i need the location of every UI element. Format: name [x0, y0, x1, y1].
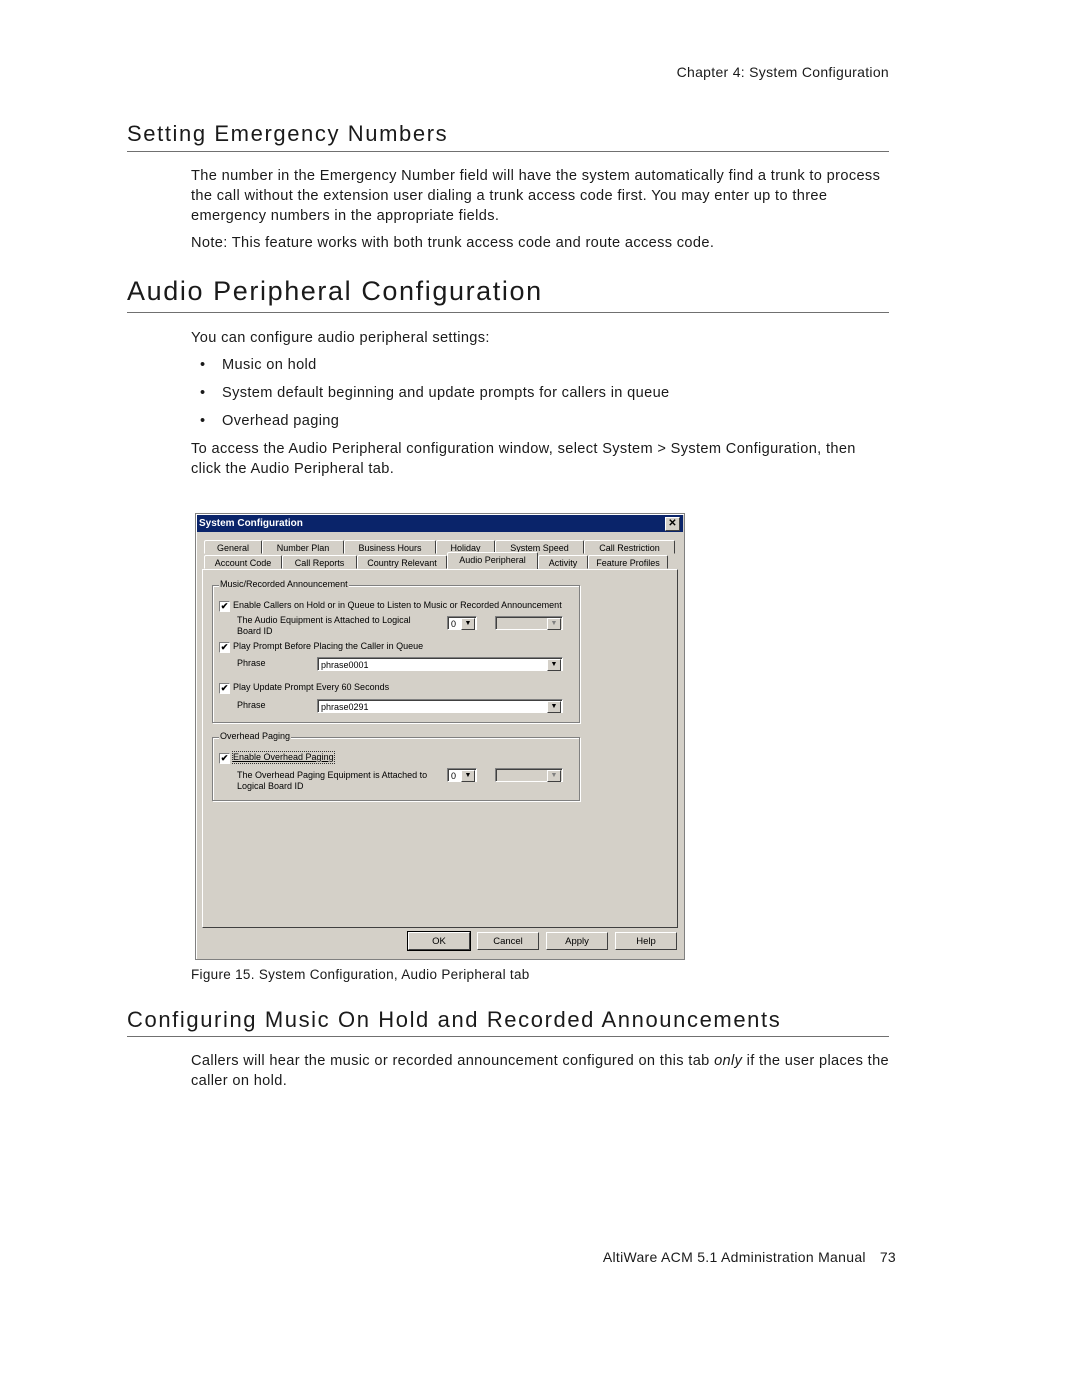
dialog-title-bar: System Configuration ✕ — [197, 515, 683, 532]
enable-music-checkbox[interactable]: ✔ — [219, 601, 230, 612]
bullet-icon: • — [200, 413, 206, 429]
group-label: Overhead Paging — [219, 731, 292, 741]
phrase-select-2[interactable]: phrase0291 ▼ — [317, 699, 563, 713]
bullet-icon: • — [200, 385, 206, 401]
play-prompt-before-checkbox[interactable]: ✔ — [219, 642, 230, 653]
emergency-body: The number in the Emergency Number field… — [191, 168, 881, 224]
play-update-prompt-checkbox[interactable]: ✔ — [219, 683, 230, 694]
paging-board-secondary-select: ▼ — [495, 768, 563, 782]
audio-board-label-line2: Board ID — [237, 626, 273, 636]
chevron-down-icon[interactable]: ▼ — [547, 659, 561, 671]
audio-intro: You can configure audio peripheral setti… — [191, 330, 490, 346]
manual-title: AltiWare ACM 5.1 Administration Manual — [602, 1249, 866, 1265]
tab-feature-profiles[interactable]: Feature Profiles — [588, 555, 668, 569]
section-title-music: Configuring Music On Hold and Recorded A… — [127, 1007, 782, 1032]
bullet-text: System default beginning and update prom… — [222, 385, 670, 401]
music-body: Callers will hear the music or recorded … — [191, 1051, 891, 1091]
list-item: • System default beginning and update pro… — [200, 383, 670, 411]
tab-row-1: General Number Plan Business Hours Holid… — [204, 540, 675, 555]
chevron-down-icon: ▼ — [547, 770, 561, 782]
tab-audio-peripheral[interactable]: Audio Peripheral — [447, 552, 538, 569]
list-item: • Music on hold — [200, 355, 670, 383]
paging-board-id-select[interactable]: 0 ▼ — [447, 768, 477, 782]
tab-activity[interactable]: Activity — [538, 555, 588, 569]
tab-general[interactable]: General — [204, 540, 262, 554]
bullet-icon: • — [200, 357, 206, 373]
figure-caption: Figure 15. System Configuration, Audio P… — [191, 967, 530, 982]
section-title-audio: Audio Peripheral Configuration — [127, 276, 543, 306]
music-body-text: Callers will hear the music or recorded … — [191, 1053, 715, 1069]
ok-button[interactable]: OK — [407, 931, 471, 951]
bullet-text: Overhead paging — [222, 413, 340, 429]
tab-account-code[interactable]: Account Code — [204, 555, 282, 569]
section-title-emergency: Setting Emergency Numbers — [127, 121, 449, 146]
music-recorded-announcement-group: Music/Recorded Announcement ✔ Enable Cal… — [212, 579, 580, 723]
music-body-emphasis: only — [714, 1053, 743, 1069]
tab-country-relevant[interactable]: Country Relevant — [357, 555, 447, 569]
audio-bullet-list: • Music on hold • System default beginning… — [200, 355, 670, 439]
running-head: Chapter 4: System Configuration — [676, 64, 889, 80]
enable-overhead-paging-label: Enable Overhead Paging — [232, 751, 335, 764]
heading-rule — [127, 312, 889, 313]
enable-music-label: Enable Callers on Hold or in Queue to Li… — [233, 600, 562, 610]
heading-rule — [127, 151, 889, 152]
audio-board-id-select[interactable]: 0 ▼ — [447, 616, 477, 630]
chevron-down-icon[interactable]: ▼ — [461, 770, 475, 782]
phrase-value-1: phrase0001 — [321, 660, 369, 670]
tab-call-reports[interactable]: Call Reports — [282, 555, 357, 569]
enable-overhead-paging-checkbox[interactable]: ✔ — [219, 753, 230, 764]
bullet-text: Music on hold — [222, 357, 317, 373]
audio-board-id-value: 0 — [451, 619, 457, 629]
page-number: 73 — [879, 1249, 896, 1265]
tab-row-2: Account Code Call Reports Country Releva… — [204, 552, 668, 570]
heading-rule — [127, 1036, 889, 1037]
play-update-prompt-label: Play Update Prompt Every 60 Seconds — [233, 682, 390, 692]
overhead-paging-group: Overhead Paging ✔ Enable Overhead Paging… — [212, 731, 580, 801]
audio-peripheral-panel: Music/Recorded Announcement ✔ Enable Cal… — [202, 569, 678, 928]
help-button[interactable]: Help — [615, 932, 677, 950]
tab-number-plan[interactable]: Number Plan — [262, 540, 344, 554]
chevron-down-icon[interactable]: ▼ — [547, 701, 561, 713]
system-configuration-dialog: System Configuration ✕ General Number Pl… — [195, 513, 685, 960]
audio-board-label-line1: The Audio Equipment is Attached to Logic… — [237, 615, 411, 625]
audio-access-instructions: To access the Audio Peripheral configura… — [191, 441, 856, 477]
paging-board-id-value: 0 — [451, 771, 457, 781]
play-prompt-before-label: Play Prompt Before Placing the Caller in… — [233, 641, 424, 651]
paging-board-label-line1: The Overhead Paging Equipment is Attache… — [237, 770, 428, 780]
audio-board-secondary-select: ▼ — [495, 616, 563, 630]
chevron-down-icon[interactable]: ▼ — [461, 618, 475, 630]
cancel-button[interactable]: Cancel — [477, 932, 539, 950]
page-footer: AltiWare ACM 5.1 Administration Manual 73 — [500, 1249, 896, 1265]
tab-business-hours[interactable]: Business Hours — [344, 540, 436, 554]
phrase-label-2: Phrase — [237, 700, 266, 710]
phrase-select-1[interactable]: phrase0001 ▼ — [317, 657, 563, 671]
apply-button[interactable]: Apply — [546, 932, 608, 950]
phrase-label-1: Phrase — [237, 658, 266, 668]
close-icon[interactable]: ✕ — [665, 517, 680, 531]
list-item: • Overhead paging — [200, 411, 670, 439]
tab-call-restriction[interactable]: Call Restriction — [584, 540, 675, 554]
emergency-note: Note: This feature works with both trunk… — [191, 235, 715, 251]
phrase-value-2: phrase0291 — [321, 702, 369, 712]
paging-board-label-line2: Logical Board ID — [237, 781, 304, 791]
group-label: Music/Recorded Announcement — [219, 579, 349, 589]
chevron-down-icon: ▼ — [547, 618, 561, 630]
dialog-title: System Configuration — [199, 518, 303, 529]
